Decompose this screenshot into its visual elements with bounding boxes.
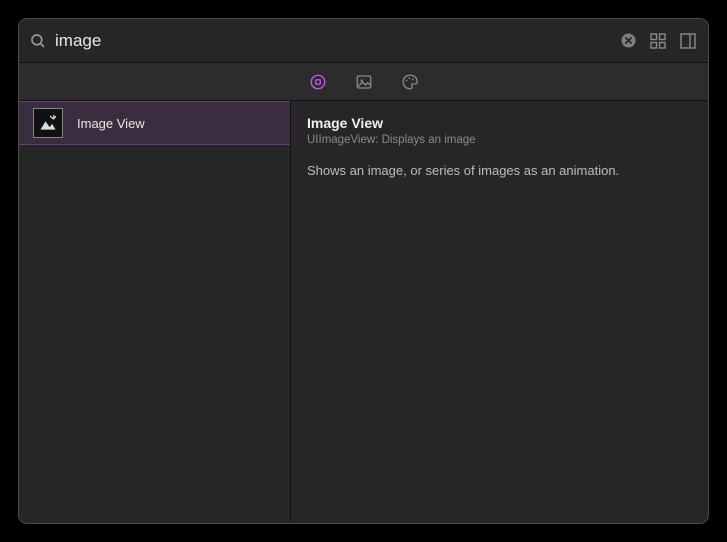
grid-view-icon[interactable] (650, 33, 666, 49)
clear-search-icon[interactable] (621, 33, 636, 48)
result-row-image-view[interactable]: Image View (19, 101, 290, 145)
results-list: Image View (19, 101, 291, 523)
object-library-window: Image View Image View UIImageView: Displ… (18, 18, 709, 524)
image-view-icon (33, 108, 63, 138)
search-bar (19, 19, 708, 63)
search-input[interactable] (55, 31, 621, 51)
result-row-label: Image View (77, 116, 145, 131)
detail-view-icon[interactable] (680, 33, 696, 49)
library-tab-media[interactable] (353, 71, 375, 93)
detail-pane: Image View UIImageView: Displays an imag… (291, 101, 708, 523)
detail-subtitle: UIImageView: Displays an image (307, 134, 692, 146)
library-tab-objects[interactable] (307, 71, 329, 93)
library-tab-colors[interactable] (399, 71, 421, 93)
library-filter-bar (19, 63, 708, 101)
detail-title: Image View (307, 115, 692, 131)
library-body: Image View Image View UIImageView: Displ… (19, 101, 708, 523)
search-controls (621, 33, 696, 49)
search-icon (29, 32, 47, 50)
detail-description: Shows an image, or series of images as a… (307, 162, 692, 180)
